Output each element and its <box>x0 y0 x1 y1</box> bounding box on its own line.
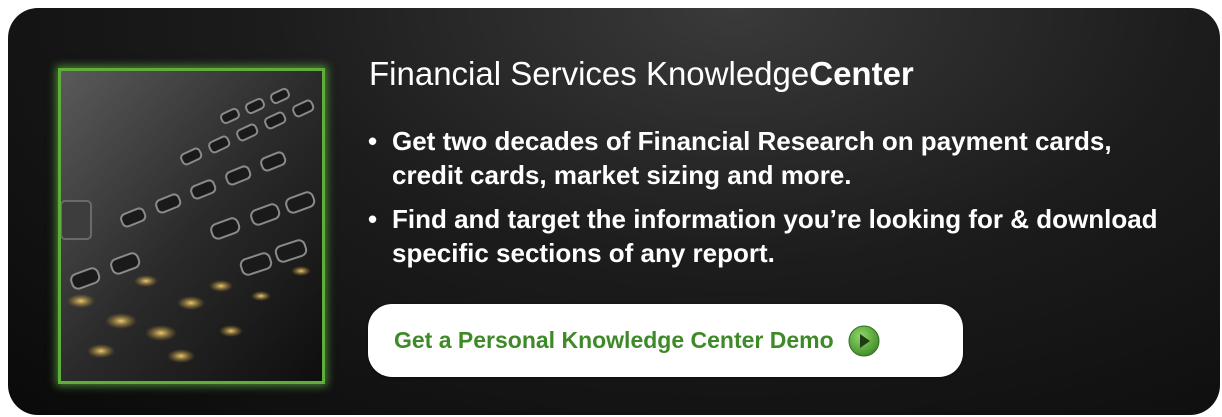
feature-list-item: • Get two decades of Financial Research … <box>368 124 1168 192</box>
bullet-icon: • <box>368 126 378 156</box>
arrow-circle-right-icon <box>848 325 880 357</box>
promo-banner: Financial Services KnowledgeCenter • Get… <box>8 8 1220 415</box>
demo-request-label: Get a Personal Knowledge Center Demo <box>394 327 834 353</box>
feature-text: Get two decades of Financial Research on… <box>392 126 1112 190</box>
bullet-icon: • <box>368 204 378 234</box>
feature-list-item: • Find and target the information you’re… <box>368 202 1168 270</box>
feature-list: • Get two decades of Financial Research … <box>368 124 1168 280</box>
banner-title: Financial Services KnowledgeCenter <box>369 55 914 93</box>
feature-text: Find and target the information you’re l… <box>392 204 1158 268</box>
title-regular-text: Financial Services Knowledge <box>369 55 810 92</box>
demo-request-button[interactable]: Get a Personal Knowledge Center Demo <box>368 304 963 377</box>
credit-card-image <box>58 68 325 384</box>
title-bold-text: Center <box>809 55 914 92</box>
credit-card-illustration <box>61 71 322 381</box>
